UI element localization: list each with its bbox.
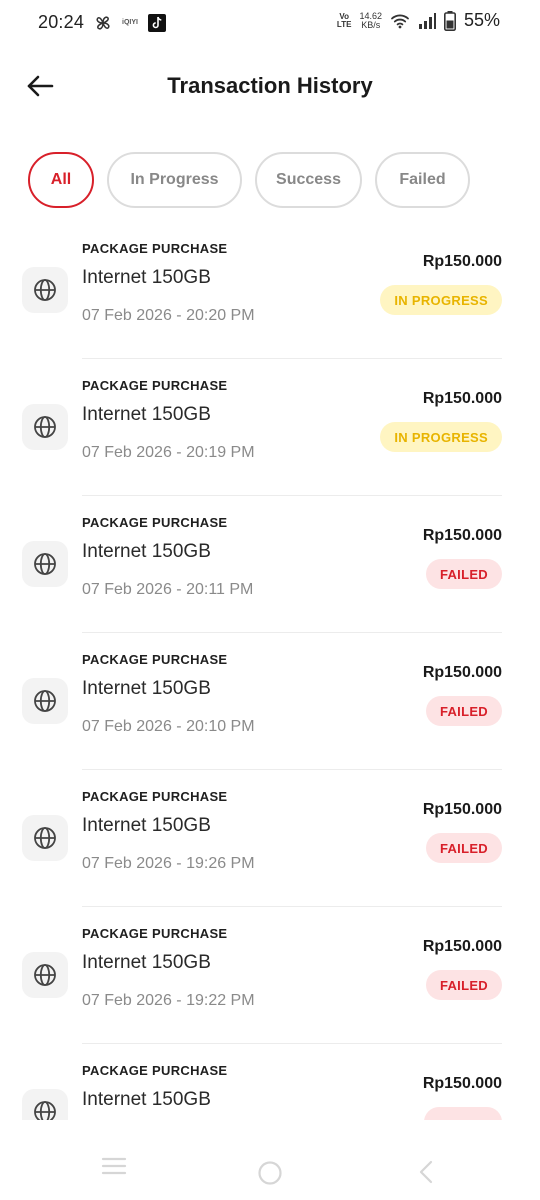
globe-icon <box>22 1089 68 1120</box>
transaction-category: PACKAGE PURCHASE <box>82 789 228 804</box>
globe-icon <box>22 678 68 724</box>
transaction-name: Internet 150GB <box>82 541 211 562</box>
transaction-date: 07 Feb 2026 - 20:19 PM <box>82 444 255 461</box>
transaction-category: PACKAGE PURCHASE <box>82 241 228 256</box>
status-badge: IN PROGRESS <box>380 422 502 452</box>
recents-button[interactable] <box>101 1156 127 1181</box>
transaction-name: Internet 150GB <box>82 1089 211 1110</box>
transaction-row[interactable]: PACKAGE PURCHASE Internet 150GB 07 Feb 2… <box>0 770 540 907</box>
page-title: Transaction History <box>167 73 373 98</box>
transaction-row[interactable]: PACKAGE PURCHASE Internet 150GB 07 Feb 2… <box>0 907 540 1044</box>
battery-icon <box>443 10 456 31</box>
transaction-name: Internet 150GB <box>82 678 211 699</box>
status-badge: IN PROGRESS <box>380 285 502 315</box>
volte-indicator: Vo LTE <box>336 12 352 29</box>
status-badge: FAILED <box>425 559 502 589</box>
system-navbar <box>0 1120 540 1200</box>
transaction-amount: Rp150.000 <box>422 253 502 270</box>
speed-unit: KB/s <box>361 19 381 30</box>
tab-all-label: All <box>50 171 72 188</box>
transaction-amount: Rp150.000 <box>422 938 502 955</box>
tab-success[interactable]: Success <box>255 152 362 208</box>
globe-icon <box>22 267 68 313</box>
transaction-date: 07 Feb 2026 - 19:22 PM <box>82 992 255 1009</box>
tiktok-icon <box>148 13 166 32</box>
transaction-amount: Rp150.000 <box>422 801 502 818</box>
battery-percent: 55% <box>463 10 500 30</box>
pinwheel-icon <box>94 14 112 32</box>
network-speed: 14.62 KB/s <box>359 11 382 30</box>
volte-line2: LTE <box>336 19 352 29</box>
transaction-date: 07 Feb 2026 - 20:20 PM <box>82 307 255 324</box>
tab-failed[interactable]: Failed <box>375 152 470 208</box>
transaction-category: PACKAGE PURCHASE <box>82 1063 228 1078</box>
transaction-row[interactable]: PACKAGE PURCHASE Internet 150GB 07 Feb 2… <box>0 359 540 496</box>
status-badge <box>424 1107 502 1120</box>
globe-icon <box>22 541 68 587</box>
tab-failed-label: Failed <box>399 171 446 188</box>
status-time: 20:24 <box>38 12 85 32</box>
status-badge: FAILED <box>425 833 502 863</box>
app-header: Transaction History <box>0 60 540 112</box>
tab-in-progress[interactable]: In Progress <box>107 152 242 208</box>
filter-tabs: All In Progress Success Failed <box>28 152 470 208</box>
transaction-row[interactable]: PACKAGE PURCHASE Internet 150GB Rp150.00… <box>0 1044 540 1120</box>
transaction-category: PACKAGE PURCHASE <box>82 378 228 393</box>
back-chevron-icon <box>419 1160 433 1184</box>
transaction-name: Internet 150GB <box>82 404 211 425</box>
transaction-amount: Rp150.000 <box>422 527 502 544</box>
transaction-name: Internet 150GB <box>82 815 211 836</box>
nav-back-button[interactable] <box>417 1160 435 1189</box>
transaction-row[interactable]: PACKAGE PURCHASE Internet 150GB 07 Feb 2… <box>0 633 540 770</box>
transaction-name: Internet 150GB <box>82 952 211 973</box>
transaction-amount: Rp150.000 <box>422 390 502 407</box>
transaction-date: 07 Feb 2026 - 19:26 PM <box>82 855 255 872</box>
status-bar: 20:24 iQIYI Vo LTE 14.62 KB/s 55% <box>0 0 540 46</box>
wifi-icon <box>390 13 410 29</box>
tab-success-label: Success <box>276 171 341 188</box>
globe-icon <box>22 815 68 861</box>
transaction-row[interactable]: PACKAGE PURCHASE Internet 150GB 07 Feb 2… <box>0 496 540 633</box>
signal-icon <box>418 12 436 29</box>
transaction-date: 07 Feb 2026 - 20:10 PM <box>82 718 255 735</box>
iqiyi-icon: iQIYI <box>122 19 138 26</box>
tab-in-progress-label: In Progress <box>130 171 219 188</box>
transaction-date: 07 Feb 2026 - 20:11 PM <box>82 581 254 598</box>
home-button[interactable] <box>257 1160 283 1191</box>
status-badge: FAILED <box>425 970 502 1000</box>
transaction-category: PACKAGE PURCHASE <box>82 926 228 941</box>
transaction-category: PACKAGE PURCHASE <box>82 652 228 667</box>
recents-icon <box>101 1157 127 1175</box>
transaction-name: Internet 150GB <box>82 267 211 288</box>
transaction-category: PACKAGE PURCHASE <box>82 515 228 530</box>
home-circle-icon <box>258 1161 282 1185</box>
transaction-row[interactable]: PACKAGE PURCHASE Internet 150GB 07 Feb 2… <box>0 222 540 359</box>
transaction-amount: Rp150.000 <box>422 664 502 681</box>
transaction-amount: Rp150.000 <box>422 1075 502 1092</box>
transaction-list[interactable]: PACKAGE PURCHASE Internet 150GB 07 Feb 2… <box>0 222 540 1120</box>
status-badge: FAILED <box>425 696 502 726</box>
globe-icon <box>22 952 68 998</box>
globe-icon <box>22 404 68 450</box>
tab-all[interactable]: All <box>28 152 94 208</box>
